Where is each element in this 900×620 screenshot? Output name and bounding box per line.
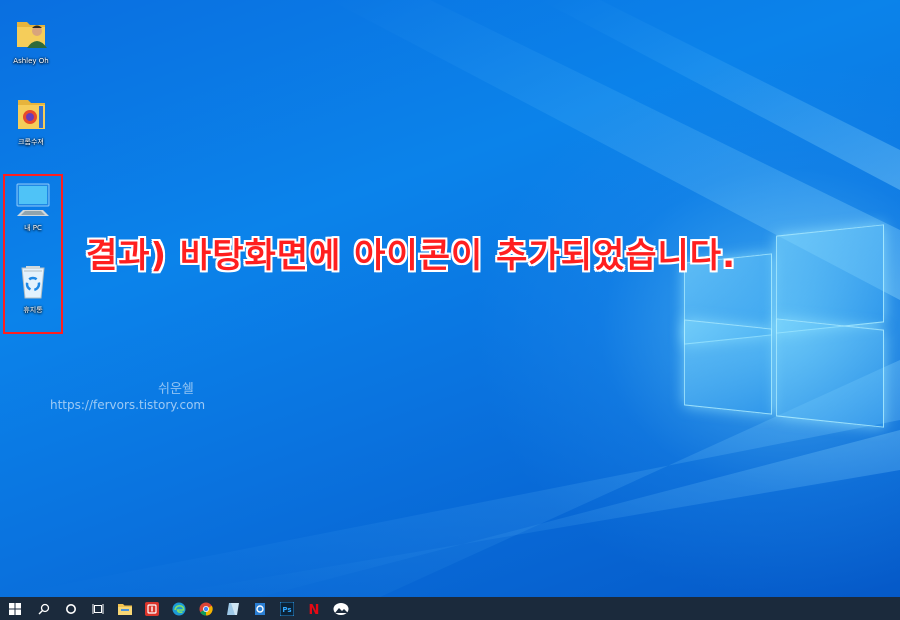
chrome-icon	[199, 602, 213, 616]
netflix-icon: N	[308, 603, 319, 616]
task-view-button[interactable]	[84, 597, 111, 620]
svg-text:Ps: Ps	[282, 606, 291, 614]
photoshop-icon: Ps	[279, 601, 294, 616]
photos-icon	[333, 602, 348, 615]
taskbar-photos[interactable]	[327, 597, 354, 620]
search-button[interactable]	[30, 597, 57, 620]
this-pc-icon	[16, 183, 50, 216]
taskbar-photoshop[interactable]: Ps	[273, 597, 300, 620]
taskbar-file-explorer[interactable]	[111, 597, 138, 620]
taskbar: Ps N	[0, 597, 900, 620]
watermark-url: https://fervors.tistory.com	[50, 398, 206, 412]
file-explorer-icon	[117, 603, 132, 615]
svg-text:N: N	[308, 603, 319, 616]
windows-start-icon	[9, 602, 21, 615]
desktop-icon-folder[interactable]: 크롬수져	[6, 94, 56, 147]
desktop-background: Ashley Oh 크롬수져 내 PC 휴지통 결과) 바탕화면에 아이콘이 추…	[0, 0, 900, 597]
watermark-title: 쉬운쉘	[158, 382, 194, 397]
desktop-icon-label: 휴지통	[23, 306, 43, 314]
annotation-text: 결과) 바탕화면에 아이콘이 추가되었습니다.	[86, 236, 737, 276]
desktop-icon-recycle-bin[interactable]: 휴지통	[8, 262, 58, 315]
taskbar-app-red[interactable]	[138, 597, 165, 620]
search-icon	[38, 603, 49, 614]
cortana-button[interactable]	[57, 597, 84, 620]
desktop-icon-label: 크롬수져	[18, 138, 44, 146]
cortana-icon	[65, 603, 76, 614]
folder-icon	[18, 100, 45, 129]
recycle-bin-icon	[21, 266, 45, 299]
desktop-icon-user-folder[interactable]: Ashley Oh	[6, 14, 56, 65]
taskbar-chrome[interactable]	[192, 597, 219, 620]
taskbar-edge[interactable]	[165, 597, 192, 620]
app-red-icon	[144, 601, 159, 616]
user-folder-icon	[17, 22, 47, 48]
edge-icon	[172, 602, 185, 615]
task-view-icon	[92, 603, 103, 614]
desktop-icon-label: 내 PC	[24, 224, 42, 232]
taskbar-netflix[interactable]: N	[300, 597, 327, 620]
desktop-icon-label: Ashley Oh	[13, 57, 49, 65]
settings-app-icon	[254, 602, 265, 615]
taskbar-notepad[interactable]	[219, 597, 246, 620]
notepad-icon	[226, 602, 239, 615]
start-button[interactable]	[0, 597, 30, 620]
taskbar-settings-app[interactable]	[246, 597, 273, 620]
desktop-icon-this-pc[interactable]: 내 PC	[8, 180, 58, 233]
